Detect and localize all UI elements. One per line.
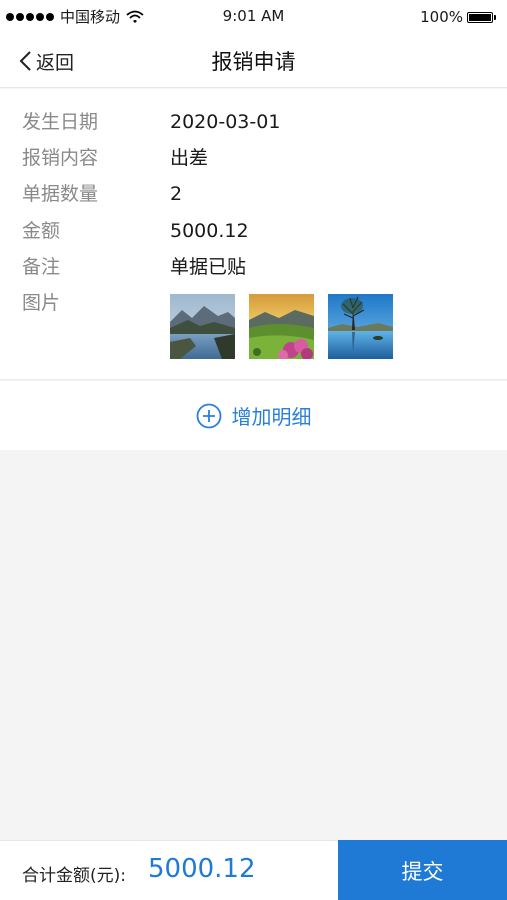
detail-row-date: 发生日期 2020-03-01: [0, 107, 507, 137]
nav-bar: 返回 报销申请: [0, 34, 507, 88]
detail-card: 发生日期 2020-03-01 报销内容 出差 单据数量 2 金额 5000.1…: [0, 89, 507, 380]
status-right: 100%: [420, 8, 496, 26]
detail-label: 单据数量: [22, 183, 99, 205]
detail-row-note: 备注 单据已贴: [0, 252, 507, 282]
total-value: 5000.12: [148, 854, 256, 884]
add-detail-button[interactable]: 增加明细: [0, 381, 507, 450]
battery-percent: 100%: [420, 8, 463, 26]
detail-label: 备注: [22, 256, 61, 278]
tree-lake-photo[interactable]: [328, 294, 393, 359]
submit-button[interactable]: 提交: [338, 840, 507, 900]
bottom-bar: 合计金额(元): 5000.12 提交: [0, 840, 507, 900]
detail-value: 5000.12: [170, 220, 249, 242]
detail-label: 报销内容: [22, 147, 99, 169]
detail-value: 单据已贴: [170, 256, 247, 278]
battery-icon: [467, 11, 496, 23]
screen: 中国移动 9:01 AM 100% 返回 报销申请 发生日期 2020-03-0…: [0, 0, 507, 900]
plus-circle-icon: [196, 403, 221, 428]
status-bar: 中国移动 9:01 AM 100%: [0, 0, 507, 34]
flower-hill-photo[interactable]: [249, 294, 314, 359]
lake-mountain-photo[interactable]: [170, 294, 235, 359]
detail-row-receipt-count: 单据数量 2: [0, 179, 507, 209]
detail-value: 2020-03-01: [170, 111, 281, 133]
image-thumbnails: [170, 294, 393, 359]
detail-label: 金额: [22, 220, 61, 242]
detail-row-amount: 金额 5000.12: [0, 216, 507, 246]
images-label: 图片: [22, 292, 61, 314]
detail-value: 出差: [170, 147, 209, 169]
detail-value: 2: [170, 183, 183, 205]
detail-label: 发生日期: [22, 111, 99, 133]
add-detail-label: 增加明细: [231, 405, 312, 429]
total-label: 合计金额(元):: [22, 866, 126, 886]
page-title: 报销申请: [211, 50, 296, 74]
detail-row-content: 报销内容 出差: [0, 143, 507, 173]
